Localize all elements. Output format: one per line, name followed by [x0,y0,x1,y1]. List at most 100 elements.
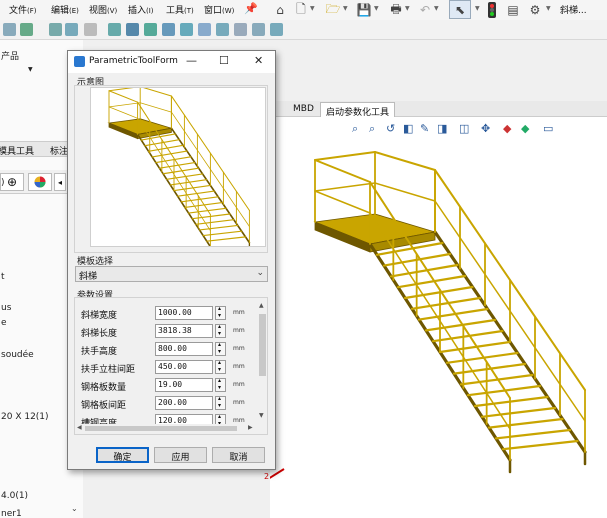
spin-down-icon[interactable]: ▾ [218,348,221,355]
tab-mold-tools[interactable]: 模具工具 [0,144,34,157]
new-dropdown-arrow[interactable]: ▼ [310,5,315,12]
panel-scroll-left-icon[interactable]: ◂ [54,173,66,191]
gear-icon[interactable]: ⚙ [528,1,542,19]
spin-down-icon[interactable]: ▾ [218,330,221,337]
open-dropdown-arrow[interactable]: ▼ [343,5,348,12]
menu-window[interactable]: 窗口(W) [204,3,234,16]
close-icon[interactable]: ✕ [254,54,263,67]
cancel-button[interactable]: 取消 [212,447,265,463]
spin-up-icon[interactable]: ▴ [218,413,221,420]
spin-up-icon[interactable]: ▴ [218,341,221,348]
new-document-icon[interactable]: 🗋 [294,1,308,19]
spin-up-icon[interactable]: ▴ [218,395,221,402]
cut-tool-icon[interactable] [180,23,193,36]
scrollbar-thumb[interactable] [259,314,266,376]
param-spinner[interactable]: ▴▾ [215,377,226,392]
apply-button[interactable]: 应用 [154,447,207,463]
spin-down-icon[interactable]: ▾ [218,384,221,391]
scroll-up-icon[interactable]: ▲ [259,302,264,309]
maximize-icon[interactable]: ☐ [219,54,229,67]
options-list-icon[interactable]: ▤ [506,1,520,19]
tree-item-6[interactable]: 20 X 12(1) [1,412,49,422]
param-spinner[interactable]: ▴▾ [215,323,226,338]
home-icon[interactable]: ⌂ [272,1,288,19]
feature-tool-icon[interactable] [3,23,16,36]
tree-item-5[interactable]: soudée [1,350,34,360]
scroll-down-icon[interactable]: ▼ [259,412,264,419]
tab-mbd[interactable]: MBD [288,102,319,117]
params-vertical-scrollbar[interactable]: ▲ ▼ [258,302,267,422]
weldment-tool-icon[interactable] [108,23,121,36]
appearance-icon[interactable] [28,173,52,191]
params-horizontal-scrollbar[interactable]: ◀ ▶ [75,424,257,433]
pattern-tool-icon[interactable] [216,23,229,36]
products-dropdown-arrow[interactable]: ▼ [28,66,33,73]
mirror-tool-icon[interactable] [234,23,247,36]
param-value-input[interactable]: 200.00 [155,396,213,410]
menu-edit[interactable]: 编辑(E) [51,3,79,16]
param-value-input[interactable]: 450.00 [155,360,213,374]
spin-down-icon[interactable]: ▾ [218,312,221,319]
stair-3d-model[interactable] [270,117,607,518]
menu-tools[interactable]: 工具(T) [166,3,194,16]
minimize-icon[interactable]: — [186,54,197,67]
param-value-input[interactable]: 1000.00 [155,306,213,320]
scrollbar-thumb[interactable] [85,426,237,431]
stair-tread [195,219,235,225]
param-spinner[interactable]: ▴▾ [215,341,226,356]
menu-view[interactable]: 视图(V) [89,3,117,16]
param-spinner[interactable]: ▴▾ [215,359,226,374]
mold-tool-icon[interactable] [65,23,78,36]
trim-tool-icon[interactable] [252,23,265,36]
sheetmetal-tool-icon[interactable] [126,23,139,36]
scroll-left-icon[interactable]: ◀ [77,424,82,431]
fillet-tool-icon[interactable] [198,23,211,36]
template-select[interactable]: 斜梯 ⌄ [75,266,268,282]
param-spinner[interactable]: ▴▾ [215,395,226,410]
undo-icon[interactable]: ↶ [418,1,432,19]
pin-icon[interactable]: 📌 [244,2,258,15]
param-value-input[interactable]: 3818.38 [155,324,213,338]
spin-up-icon[interactable]: ▴ [218,305,221,312]
tree-item-7[interactable]: 4.0(1) [1,491,28,501]
structure-tool-icon[interactable] [144,23,157,36]
dialog-title-bar[interactable]: ParametricToolForm — ☐ ✕ [68,51,275,73]
ok-button[interactable]: 确定 [96,447,149,463]
param-value-input[interactable]: 19.00 [155,378,213,392]
print-icon[interactable]: 🖶 [388,1,404,19]
extend-tool-icon[interactable] [270,23,283,36]
spin-up-icon[interactable]: ▴ [218,377,221,384]
spin-down-icon[interactable]: ▾ [218,366,221,373]
options-dropdown-arrow[interactable]: ▼ [546,5,551,12]
tree-item-8[interactable]: ner1 [1,509,22,518]
open-folder-icon[interactable]: 🗁 [325,1,341,19]
spin-up-icon[interactable]: ▴ [218,359,221,366]
tree-item-1[interactable]: ) [1,178,5,188]
inactive-tool-icon[interactable] [84,23,97,36]
select-dropdown-arrow[interactable]: ▼ [475,5,480,12]
traffic-light-icon[interactable] [486,1,498,19]
tree-item-3[interactable]: us [1,303,11,313]
tab-annotation[interactable]: 标注 [50,144,68,157]
spin-up-icon[interactable]: ▴ [218,323,221,330]
menu-file[interactable]: 文件(F) [9,3,37,16]
scroll-right-icon[interactable]: ▶ [248,424,253,431]
tree-item-2[interactable]: t [1,272,5,282]
tab-parametric-tool[interactable]: 启动参数化工具 [320,102,396,118]
param-value-input[interactable]: 800.00 [155,342,213,356]
undo-dropdown-arrow[interactable]: ▼ [434,5,439,12]
save-icon[interactable]: 💾 [357,1,372,19]
param-spinner[interactable]: ▴▾ [215,305,226,320]
sketch-tool-icon[interactable] [20,23,33,36]
spin-down-icon[interactable]: ▾ [218,402,221,409]
surface-tool-icon[interactable] [49,23,62,36]
graphics-viewport[interactable]: ⌕ ⌕ ↺ ◧ ✎ ◨ ◫ ✥ ◆ ◆ ▭ 2 [264,117,607,518]
param-label: 钢格板数量 [81,383,127,393]
chevron-down-icon[interactable]: ⌄ [71,504,78,513]
param-row: 斜梯宽度 1000.00 ▴ ▾ mm [75,305,265,323]
print-dropdown-arrow[interactable]: ▼ [405,5,410,12]
menu-insert[interactable]: 插入(I) [128,3,154,16]
tree-item-4[interactable]: e [1,318,7,328]
extrude-tool-icon[interactable] [162,23,175,36]
save-dropdown-arrow[interactable]: ▼ [374,5,379,12]
